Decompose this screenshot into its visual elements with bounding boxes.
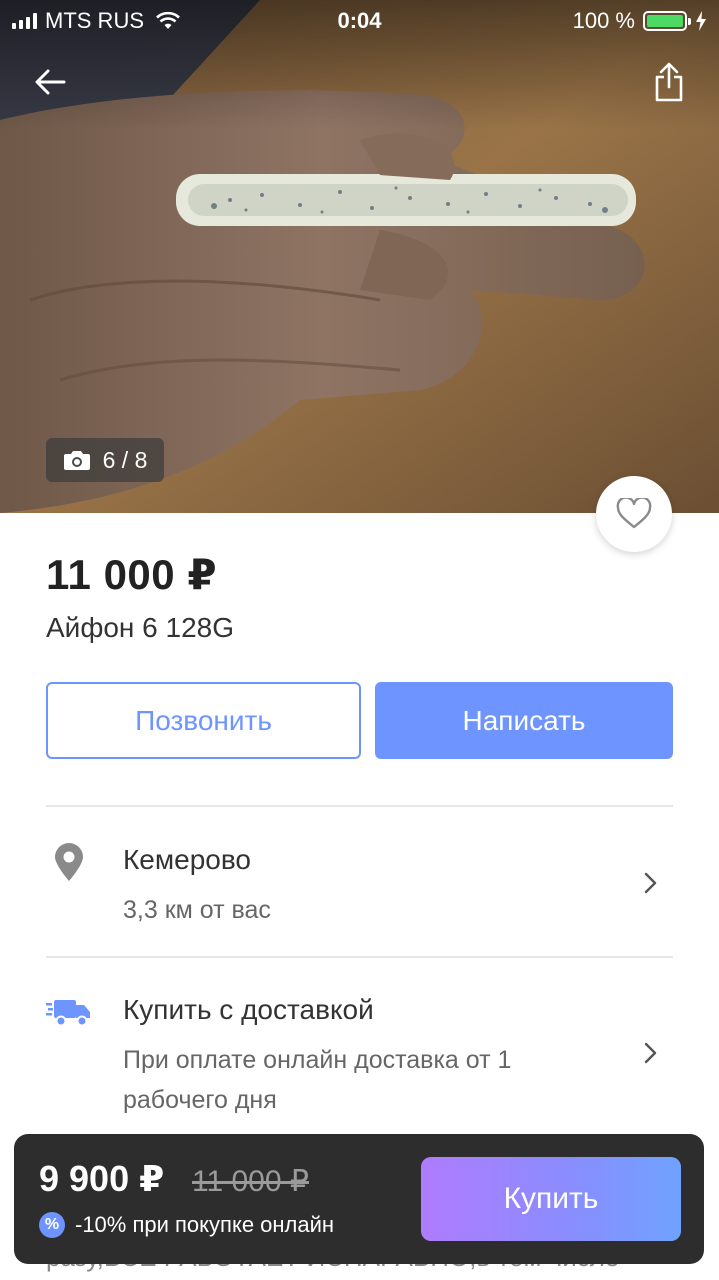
map-pin-icon <box>55 843 83 881</box>
old-price: 11 000 ₽ <box>192 1165 309 1198</box>
status-right: 100 % <box>573 8 707 34</box>
battery-fill <box>647 15 683 27</box>
battery-icon <box>643 11 691 31</box>
percent-icon: % <box>39 1212 65 1238</box>
truck-icon <box>46 1000 90 1027</box>
location-distance: 3,3 км от вас <box>123 896 271 924</box>
discount-info: % -10% при покупке онлайн <box>39 1212 334 1238</box>
chevron-right-icon <box>644 872 657 894</box>
listing-price: 11 000 ₽ <box>46 551 218 598</box>
charging-icon <box>696 11 706 31</box>
delivery-title: Купить с доставкой <box>123 994 374 1025</box>
delivery-row[interactable]: Купить с доставкой При оплате онлайн дос… <box>0 958 719 1128</box>
back-button[interactable] <box>28 60 72 104</box>
delivery-description: При оплате онлайн доставка от 1 рабочего… <box>123 1046 512 1114</box>
favorite-button[interactable] <box>596 476 672 552</box>
write-message-button[interactable]: Написать <box>375 682 673 759</box>
heart-outline-icon <box>616 498 652 529</box>
sale-price: 9 900 ₽ <box>39 1158 165 1199</box>
buy-bar: 9 900 ₽ 11 000 ₽ % -10% при покупке онла… <box>14 1134 704 1264</box>
status-bar: MTS RUS 0:04 100 % <box>0 0 719 40</box>
location-row[interactable]: Кемерово 3,3 км от вас <box>0 806 719 956</box>
chevron-right-icon <box>644 1042 657 1064</box>
discount-text: -10% при покупке онлайн <box>75 1212 335 1237</box>
share-button[interactable] <box>647 58 691 106</box>
share-icon <box>655 62 683 102</box>
photo-counter-text: 6 / 8 <box>102 446 148 473</box>
product-photo <box>0 0 719 513</box>
listing-title: Айфон 6 128G <box>46 612 235 643</box>
battery-percent: 100 % <box>572 8 635 33</box>
call-button[interactable]: Позвонить <box>46 682 361 759</box>
arrow-left-icon <box>35 69 66 95</box>
listing-photo[interactable]: MTS RUS 0:04 100 % 6 / 8 <box>0 0 719 513</box>
location-city: Кемерово <box>123 844 251 875</box>
photo-counter: 6 / 8 <box>46 438 164 482</box>
buy-button[interactable]: Купить <box>421 1157 681 1241</box>
camera-icon <box>63 451 90 470</box>
